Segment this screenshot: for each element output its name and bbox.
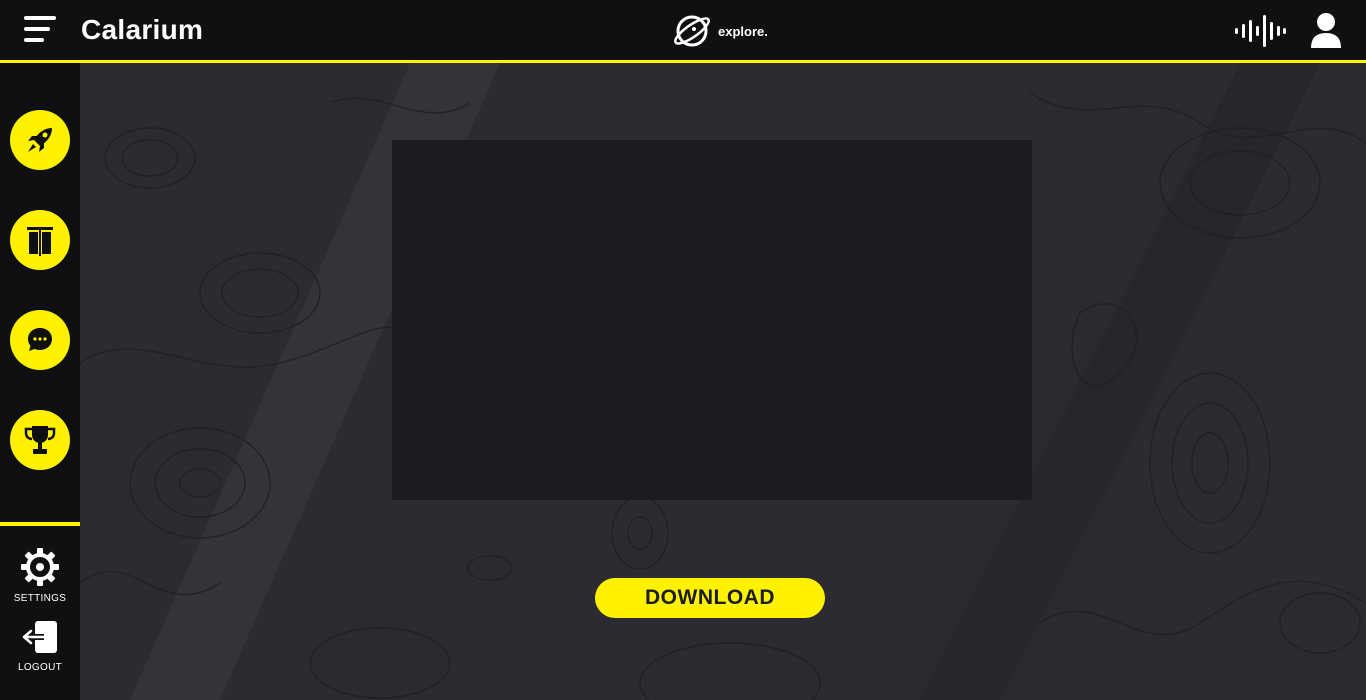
brand-word: explore. [718, 23, 768, 39]
user-icon[interactable] [1308, 12, 1344, 50]
columns-icon [27, 227, 53, 256]
download-button[interactable]: DOWNLOAD [595, 578, 825, 618]
video-frame[interactable] [392, 140, 1032, 500]
sidebar: SETTINGS LOGOUT [0, 63, 80, 700]
chat-icon [28, 328, 52, 351]
main-content: DOWNLOAD [80, 63, 1366, 700]
settings-button[interactable]: SETTINGS [0, 547, 80, 604]
sidebar-divider [0, 522, 80, 526]
sidebar-item-chat[interactable] [10, 310, 70, 370]
app-title: Calarium [81, 14, 204, 45]
sidebar-item-columns[interactable] [10, 210, 70, 270]
settings-label: SETTINGS [13, 593, 67, 604]
top-bar: Calarium explore. [0, 0, 1366, 63]
gear-icon [21, 548, 59, 586]
planet-icon [674, 15, 710, 47]
brand-logo[interactable]: explore. [672, 12, 768, 50]
trophy-icon [24, 426, 56, 454]
sidebar-item-rocket[interactable] [10, 110, 70, 170]
menu-icon[interactable] [22, 14, 58, 50]
audio-wave-icon[interactable] [1233, 14, 1287, 48]
rocket-icon [28, 128, 52, 152]
sidebar-item-trophy[interactable] [10, 410, 70, 470]
logout-label: LOGOUT [17, 662, 63, 673]
logout-icon [22, 621, 57, 653]
logout-button[interactable]: LOGOUT [0, 620, 80, 673]
